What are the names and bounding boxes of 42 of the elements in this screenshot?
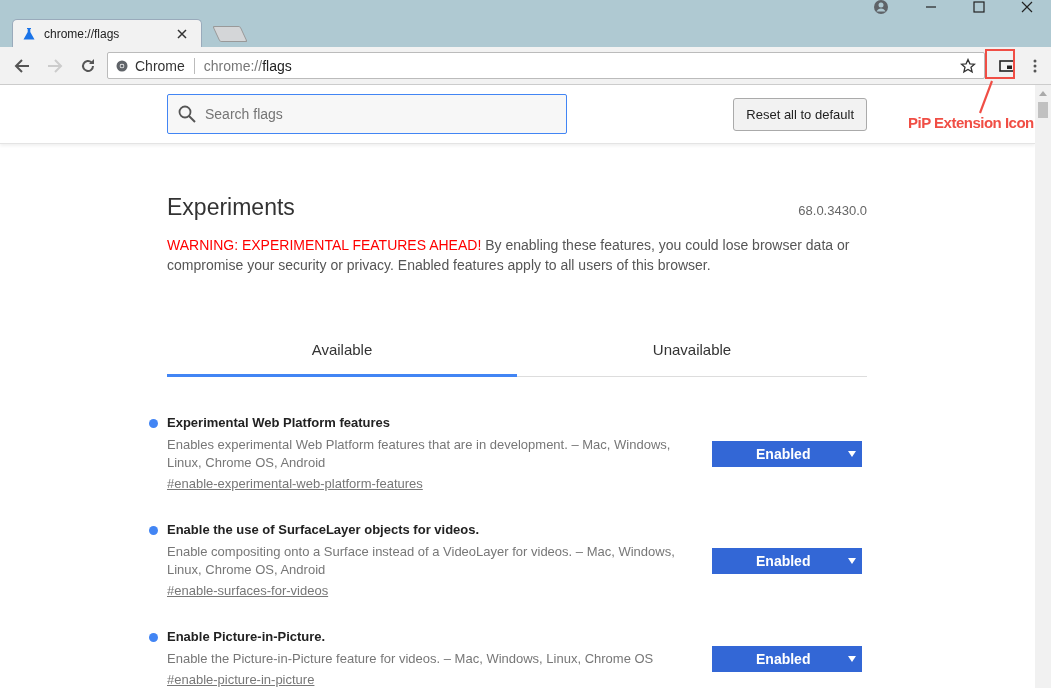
dropdown-caret-icon [848,450,856,457]
flag-link[interactable]: #enable-picture-in-picture [167,672,315,687]
scrollbar[interactable] [1035,85,1051,688]
dropdown-caret-icon [848,655,856,662]
page-title: Experiments [167,194,295,221]
search-field[interactable]: Search flags [167,94,567,134]
star-icon[interactable] [960,57,976,74]
flag-link[interactable]: #enable-surfaces-for-videos [167,583,329,598]
leader-line [978,80,994,114]
flag-state-dropdown[interactable]: Enabled [712,547,862,574]
scroll-thumb[interactable] [1038,102,1048,118]
flag-state-dropdown[interactable]: Enabled [712,440,862,467]
url-text: chrome://flags [203,57,292,74]
dropdown-caret-icon [848,557,856,564]
address-bar[interactable]: Chrome chrome://flags [107,52,985,79]
menu-icon[interactable] [1033,57,1037,74]
profile-icon[interactable] [873,0,889,15]
annotation-label: PiP Extension Icon [908,114,1034,131]
reload-icon[interactable] [80,57,96,74]
flag-link[interactable]: #enable-experimental-web-platform-features [167,476,423,491]
flask-icon [23,27,35,40]
close-tab-icon[interactable] [177,28,187,39]
site-label: Chrome [135,57,185,74]
reset-all-button[interactable]: Reset all to default [733,97,867,131]
flag-state-dropdown[interactable]: Enabled [712,645,862,672]
page-tab[interactable]: Unavailable [517,341,867,377]
warning-text: WARNING: EXPERIMENTAL FEATURES AHEAD! By enabling these features, you could lose browser data or compromise your security or privacy. Enabled features apply to all users of this browser. [167,236,851,275]
chrome-logo-icon [116,59,128,72]
flag-description: Enable the Picture-in-Picture feature for videos. – Mac, Windows, Linux, Chrome OS [167,650,655,668]
flag-name: Experimental Web Platform features [167,415,391,430]
version-text: 68.0.3430.0 [798,203,867,218]
callout-frame [985,49,1015,79]
flag-description: Enable compositing onto a Surface instead of a VideoLayer for videos. – Mac, Windows, Linux, Chrome OS, Android [167,543,676,579]
page-tab[interactable]: Available [167,341,517,377]
flag-name: Enable the use of SurfaceLayer objects for videos. [167,522,481,537]
browser-tab[interactable]: chrome://flags [12,19,202,47]
maximize-icon[interactable] [973,1,985,13]
flag-description: Enables experimental Web Platform features that are in development. – Mac, Windows, Linux, Chrome OS, Android [167,436,672,472]
picture-in-picture-icon[interactable] [999,59,1015,72]
close-icon[interactable] [1021,1,1033,13]
back-arrow-icon[interactable] [14,57,30,74]
flag-name: Enable Picture-in-Picture. [167,629,327,644]
